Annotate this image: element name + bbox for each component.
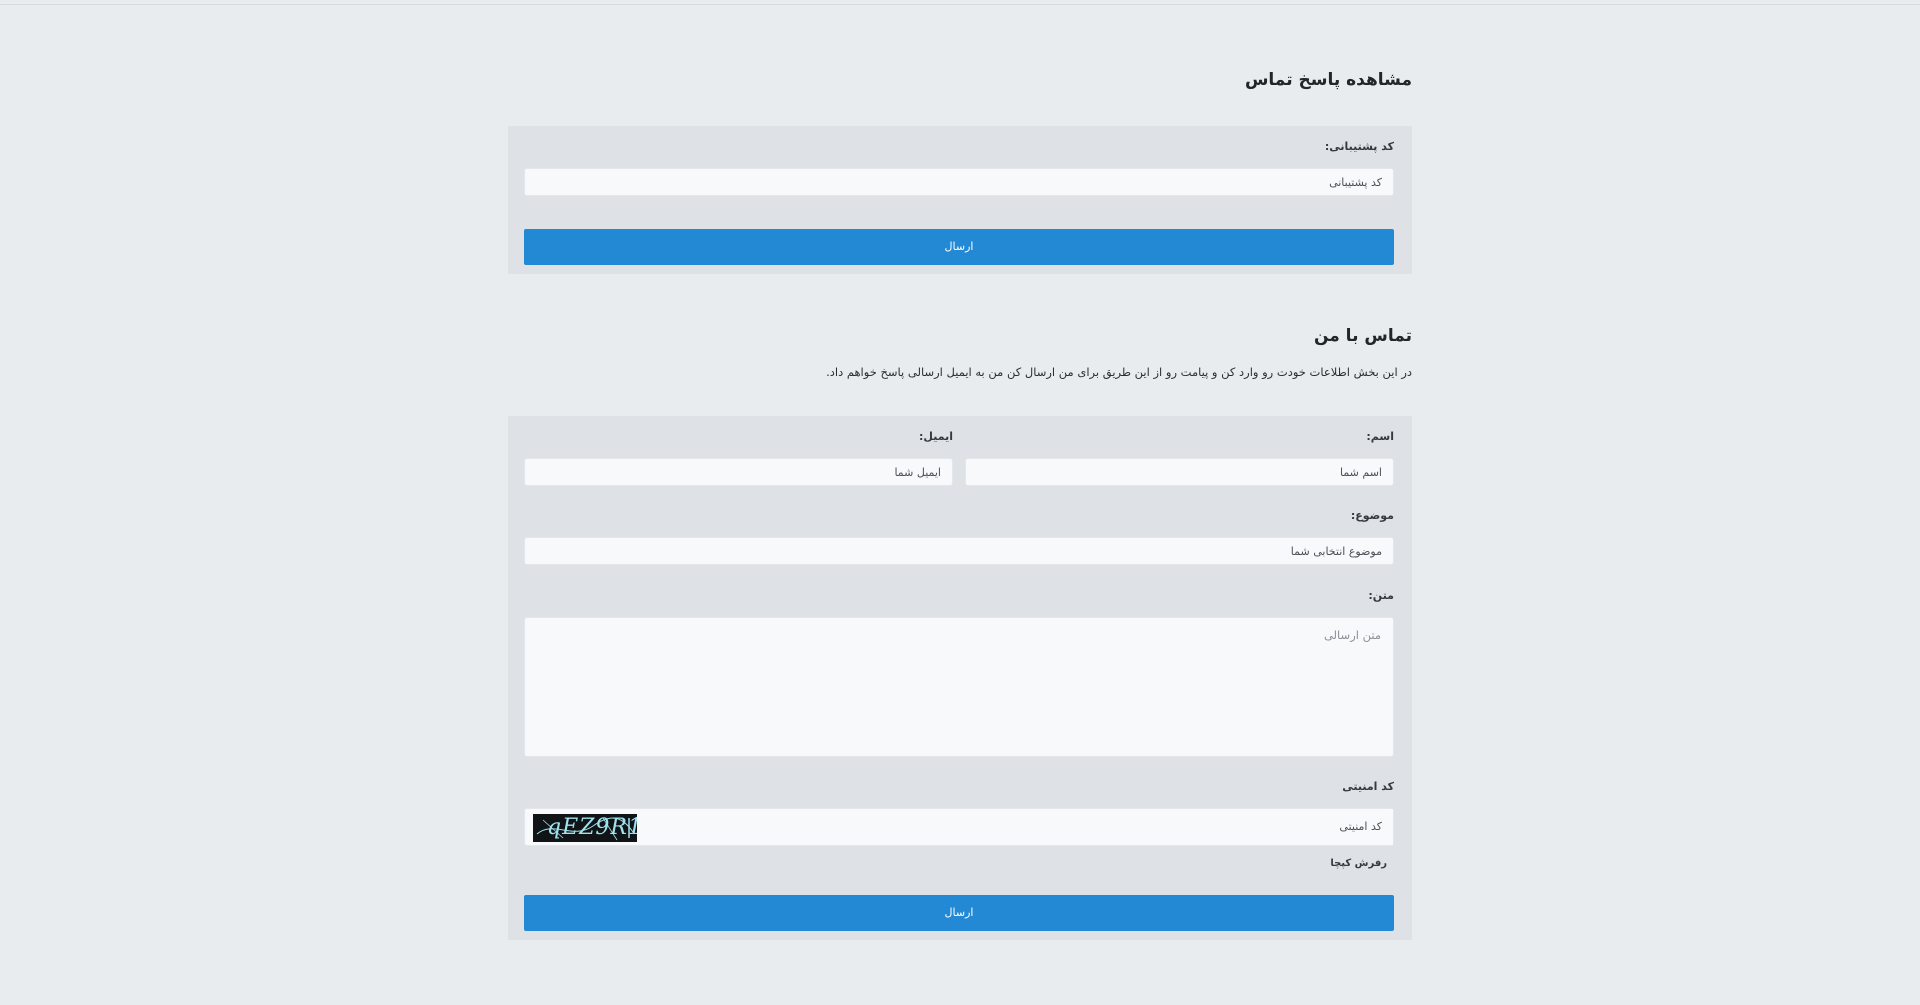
top-divider	[0, 4, 1920, 5]
refresh-captcha-link[interactable]: رفرش کپچا	[1330, 858, 1387, 869]
contact-form-card: اسم: ایمیل: اسم شما ایمیل شما موضوع: موض…	[508, 416, 1412, 940]
contact-submit-button[interactable]: ارسال	[524, 895, 1394, 931]
support-code-input[interactable]: کد پشتیبانی	[524, 168, 1394, 196]
email-label: ایمیل:	[919, 430, 953, 443]
subject-input[interactable]: موضوع انتخابی شما	[524, 537, 1394, 565]
tracking-section-title: مشاهده پاسخ تماس	[1244, 70, 1412, 90]
tracking-submit-button[interactable]: ارسال	[524, 229, 1394, 265]
contact-section-title: تماس با من	[1313, 326, 1412, 346]
message-textarea[interactable]: متن ارسالی	[524, 617, 1394, 757]
captcha-group: کد امنیتی qEZ9R1	[524, 808, 1394, 846]
captcha-input[interactable]: کد امنیتی	[647, 809, 1393, 845]
name-input[interactable]: اسم شما	[965, 458, 1394, 486]
captcha-image: qEZ9R1	[533, 814, 637, 842]
support-code-label: کد پشتیبانی:	[1324, 140, 1394, 153]
tracking-form-card: کد پشتیبانی: کد پشتیبانی ارسال	[508, 126, 1412, 274]
subject-label: موضوع:	[1350, 509, 1394, 522]
captcha-image-text: qEZ9R1	[547, 815, 637, 840]
captcha-label: کد امنیتی	[1342, 780, 1394, 793]
email-input[interactable]: ایمیل شما	[524, 458, 953, 486]
contact-description: در این بخش اطلاعات خودت رو وارد کن و پیا…	[826, 365, 1412, 379]
message-label: متن:	[1368, 589, 1394, 602]
name-label: اسم:	[1366, 430, 1394, 443]
